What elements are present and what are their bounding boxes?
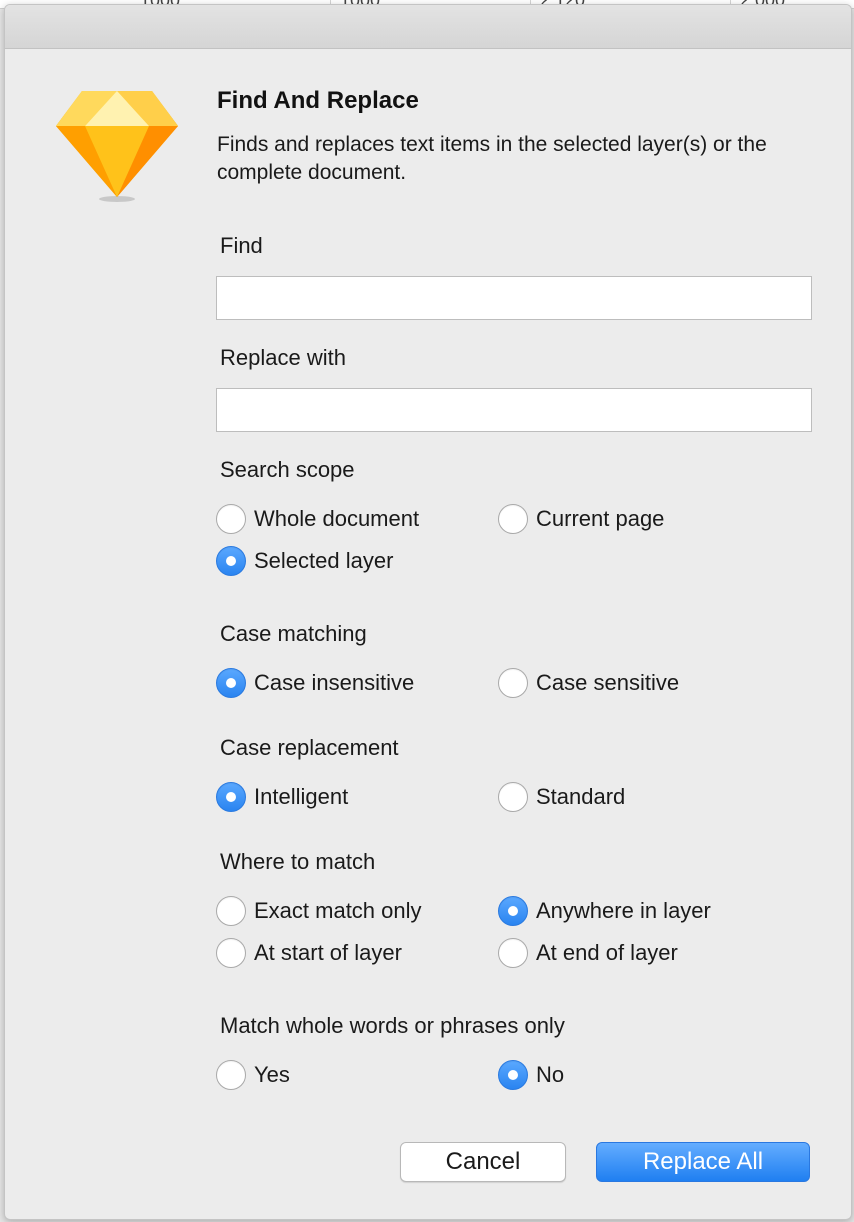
radio-yes[interactable]: Yes xyxy=(216,1058,290,1092)
radio-button[interactable] xyxy=(498,782,528,812)
radio-case-insensitive[interactable]: Case insensitive xyxy=(216,666,414,700)
radio-label: Selected layer xyxy=(254,548,394,573)
radio-button[interactable] xyxy=(216,1060,246,1090)
search-scope-label: Search scope xyxy=(220,457,355,482)
case-matching-label: Case matching xyxy=(220,621,367,646)
find-input[interactable] xyxy=(216,276,812,320)
case-replacement-label: Case replacement xyxy=(220,735,399,760)
dialog-description: Finds and replaces text items in the sel… xyxy=(217,133,767,184)
replace-label: Replace with xyxy=(220,345,346,370)
radio-button-selected[interactable] xyxy=(216,546,246,576)
radio-case-sensitive[interactable]: Case sensitive xyxy=(498,666,679,700)
radio-at-end-of-layer[interactable]: At end of layer xyxy=(498,936,678,970)
radio-button-selected[interactable] xyxy=(498,896,528,926)
radio-label: At end of layer xyxy=(536,940,678,965)
radio-button-selected[interactable] xyxy=(498,1060,528,1090)
sketch-diamond-icon xyxy=(56,91,178,202)
whole-words-label: Match whole words or phrases only xyxy=(220,1013,565,1038)
radio-button[interactable] xyxy=(216,896,246,926)
radio-label: Case insensitive xyxy=(254,670,415,695)
radio-current-page[interactable]: Current page xyxy=(498,502,664,536)
radio-label: Case sensitive xyxy=(536,670,680,695)
radio-label: Standard xyxy=(536,784,626,809)
radio-label: Whole document xyxy=(254,506,420,531)
radio-button[interactable] xyxy=(498,938,528,968)
radio-label: Current page xyxy=(536,506,665,531)
radio-selected-layer[interactable]: Selected layer xyxy=(216,544,393,578)
cancel-button[interactable]: Cancel xyxy=(400,1142,566,1182)
radio-button-selected[interactable] xyxy=(216,668,246,698)
radio-button-selected[interactable] xyxy=(216,782,246,812)
radio-standard[interactable]: Standard xyxy=(498,780,625,814)
where-to-match-label: Where to match xyxy=(220,849,376,874)
radio-anywhere-in-layer[interactable]: Anywhere in layer xyxy=(498,894,711,928)
radio-label: Anywhere in layer xyxy=(536,898,711,923)
replace-input[interactable] xyxy=(216,388,812,432)
find-label: Find xyxy=(220,233,263,258)
radio-whole-document[interactable]: Whole document xyxy=(216,502,419,536)
radio-button[interactable] xyxy=(498,668,528,698)
radio-label: Exact match only xyxy=(254,898,422,923)
radio-at-start-of-layer[interactable]: At start of layer xyxy=(216,936,402,970)
replace-all-button[interactable]: Replace All xyxy=(596,1142,810,1182)
radio-button[interactable] xyxy=(216,504,246,534)
radio-no[interactable]: No xyxy=(498,1058,564,1092)
radio-label: At start of layer xyxy=(254,940,402,965)
radio-button[interactable] xyxy=(216,938,246,968)
radio-exact-match-only[interactable]: Exact match only xyxy=(216,894,422,928)
radio-label: Intelligent xyxy=(254,784,349,809)
radio-label: Yes xyxy=(254,1062,290,1087)
radio-intelligent[interactable]: Intelligent xyxy=(216,780,348,814)
radio-button[interactable] xyxy=(498,504,528,534)
find-replace-dialog: Find And Replace Finds and replaces text… xyxy=(4,4,852,1220)
dialog-title: Find And Replace xyxy=(217,87,419,114)
dialog-header-bar xyxy=(5,5,851,49)
radio-label: No xyxy=(536,1062,565,1087)
